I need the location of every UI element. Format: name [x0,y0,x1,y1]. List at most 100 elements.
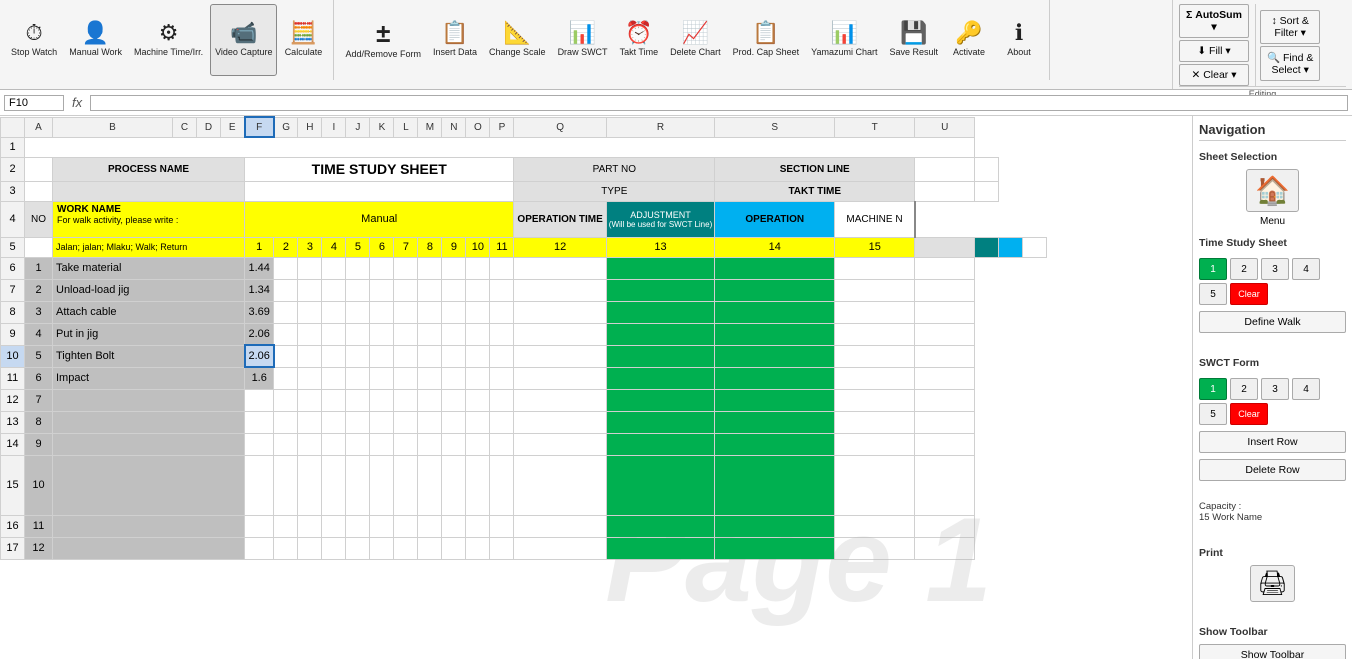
row-header-3[interactable]: 3 [1,181,25,201]
num-5[interactable]: 5 [346,237,370,257]
col-header-k[interactable]: K [370,117,394,137]
cell-t2[interactable] [915,157,975,181]
col-header-i[interactable]: I [322,117,346,137]
col-header-e[interactable]: E [221,117,245,137]
yamazumi-button[interactable]: 📊 Yamazumi Chart [806,4,882,76]
num-3[interactable]: 3 [298,237,322,257]
num-7[interactable]: 7 [394,237,418,257]
process-name-cell[interactable]: PROCESS NAME [53,157,245,181]
time-1[interactable]: 1.44 [245,257,274,279]
machine-time-button[interactable]: ⚙ Machine Time/Irr. [129,4,208,76]
row-header-1[interactable]: 1 [1,137,25,157]
define-walk-button[interactable]: Define Walk [1199,311,1346,333]
col-header-n[interactable]: N [442,117,466,137]
swct-clear-button[interactable]: Clear [1230,403,1268,425]
walk-activities-cell[interactable]: Jalan; jalan; Mlaku; Walk; Return [53,237,245,257]
num-11[interactable]: 11 [490,237,514,257]
cell-u2[interactable] [975,157,999,181]
no-2[interactable]: 2 [25,279,53,301]
video-capture-button[interactable]: 📹 Video Capture [210,4,277,76]
op-time-1[interactable] [606,257,714,279]
calculate-button[interactable]: 🧮 Calculate [279,4,327,76]
takt-time-button[interactable]: ⏰ Takt Time [615,4,664,76]
part-no-cell[interactable]: PART NO [514,157,715,181]
row-header-17[interactable]: 17 [1,537,25,559]
swct-num-3[interactable]: 3 [1261,378,1289,400]
num-8[interactable]: 8 [418,237,442,257]
swct-num-5[interactable]: 5 [1199,403,1227,425]
cell-b3[interactable] [53,181,245,201]
num-10[interactable]: 10 [466,237,490,257]
sheet-num-3[interactable]: 3 [1261,258,1289,280]
col-header-p[interactable]: P [490,117,514,137]
num-2[interactable]: 2 [274,237,298,257]
col-header-m[interactable]: M [418,117,442,137]
num-12[interactable]: 12 [514,237,606,257]
sheet-clear-button[interactable]: Clear [1230,283,1268,305]
row-header-5[interactable]: 5 [1,237,25,257]
col-header-h[interactable]: H [298,117,322,137]
swct-num-1[interactable]: 1 [1199,378,1227,400]
work-3[interactable]: Attach cable [53,301,245,323]
draw-swct-button[interactable]: 📊 Draw SWCT [553,4,613,76]
delete-chart-button[interactable]: 📈 Delete Chart [665,4,726,76]
num-6[interactable]: 6 [370,237,394,257]
time-5-selected[interactable]: 2.06 [245,345,274,367]
col-header-r[interactable]: R [606,117,714,137]
num-1[interactable]: 1 [245,237,274,257]
col-header-u[interactable]: U [915,117,975,137]
insert-row-button[interactable]: Insert Row [1199,431,1346,453]
takt-time-cell[interactable]: TAKT TIME [715,181,915,201]
adj-1[interactable] [715,257,835,279]
c6g[interactable] [274,257,298,279]
type-cell[interactable]: TYPE [514,181,715,201]
show-toolbar-button[interactable]: Show Toolbar [1199,644,1346,659]
row-header-8[interactable]: 8 [1,301,25,323]
no-1[interactable]: 1 [25,257,53,279]
work-5[interactable]: Tighten Bolt [53,345,245,367]
col-header-a[interactable]: A [25,117,53,137]
fill-button[interactable]: ⬇ Fill ▾ [1179,40,1249,62]
section-line-cell[interactable]: SECTION LINE [715,157,915,181]
time-study-sheet-cell[interactable]: TIME STUDY SHEET [245,157,514,181]
activate-button[interactable]: 🔑 Activate [945,4,993,76]
op-time-5[interactable] [915,237,975,257]
spreadsheet-area[interactable]: Page 1 A B C D E F G H I J K L M [0,116,1192,659]
mach-5[interactable] [1023,237,1047,257]
num-15[interactable]: 15 [835,237,915,257]
no-6[interactable]: 6 [25,367,53,389]
manual-label-cell[interactable]: Manual [245,201,514,237]
delete-row-button[interactable]: Delete Row [1199,459,1346,481]
work-2[interactable]: Unload-load jig [53,279,245,301]
cell-a2[interactable] [25,157,53,181]
change-scale-button[interactable]: 📐 Change Scale [484,4,551,76]
row-header-7[interactable]: 7 [1,279,25,301]
row-header-14[interactable]: 14 [1,433,25,455]
no-header[interactable]: NO [25,201,53,237]
col-header-c[interactable]: C [173,117,197,137]
swct-num-4[interactable]: 4 [1292,378,1320,400]
no-4[interactable]: 4 [25,323,53,345]
col-header-q[interactable]: Q [514,117,606,137]
clear-button[interactable]: ✕ Clear ▾ [1179,64,1249,86]
num-4[interactable]: 4 [322,237,346,257]
machine-n-cell[interactable]: MACHINE N [835,201,915,237]
sort-filter-button[interactable]: ↕ Sort &Filter ▾ [1260,10,1320,44]
col-header-s[interactable]: S [715,117,835,137]
manual-work-button[interactable]: 👤 Manual Work [64,4,127,76]
no-5[interactable]: 5 [25,345,53,367]
swct-num-2[interactable]: 2 [1230,378,1258,400]
printer-icon[interactable]: 🖨 [1250,565,1294,602]
sheet-num-5[interactable]: 5 [1199,283,1227,305]
insert-data-button[interactable]: 📋 Insert Data [428,4,482,76]
about-button[interactable]: ℹ About [995,4,1043,76]
row-header-13[interactable]: 13 [1,411,25,433]
sheet-num-2[interactable]: 2 [1230,258,1258,280]
col-header-g[interactable]: G [274,117,298,137]
work-6[interactable]: Impact [53,367,245,389]
col-header-t[interactable]: T [835,117,915,137]
cell-t3[interactable] [915,181,975,201]
cell-a5[interactable] [25,237,53,257]
autosum-button[interactable]: Σ AutoSum ▾ [1179,4,1249,38]
prod-cap-button[interactable]: 📋 Prod. Cap Sheet [728,4,805,76]
